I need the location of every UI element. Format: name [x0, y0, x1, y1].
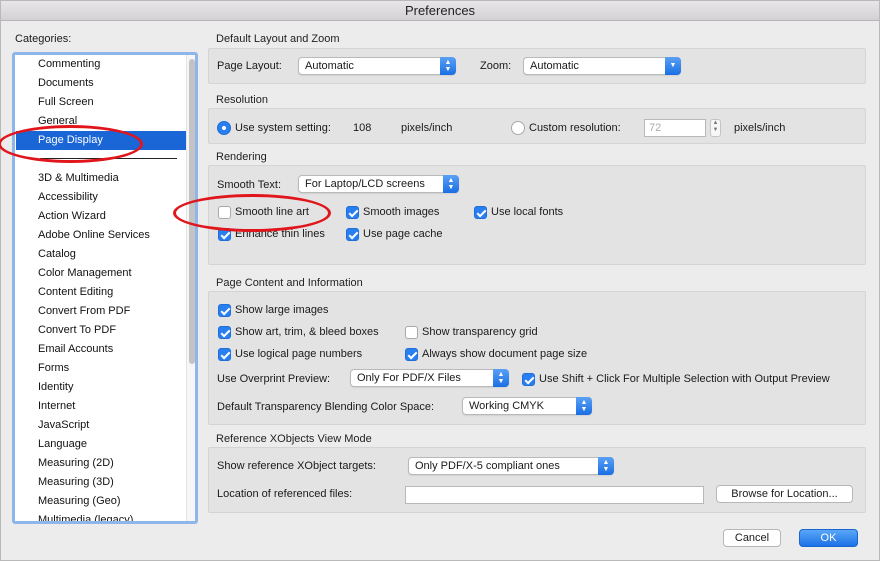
shift-click-checkbox[interactable] — [522, 373, 535, 386]
chevron-updown-icon: ▲ ▼ — [598, 457, 614, 475]
xobject-targets-select[interactable]: Only PDF/X-5 compliant ones ▲ ▼ — [408, 457, 614, 475]
show-large-images-label: Show large images — [235, 304, 329, 316]
xobject-targets-value: Only PDF/X-5 compliant ones — [415, 460, 560, 472]
category-item[interactable]: JavaScript — [16, 416, 186, 435]
zoom-value: Automatic — [530, 60, 579, 72]
category-item[interactable]: Action Wizard — [16, 207, 186, 226]
category-item[interactable]: Catalog — [16, 245, 186, 264]
categories-list[interactable]: Commenting Documents Full Screen General… — [12, 52, 198, 524]
window-title: Preferences — [1, 1, 879, 21]
cancel-button[interactable]: Cancel — [723, 529, 781, 547]
category-item[interactable]: Documents — [16, 74, 186, 93]
custom-resolution-radio[interactable] — [511, 121, 525, 135]
custom-resolution-label: Custom resolution: — [529, 122, 621, 134]
layout-zoom-title: Default Layout and Zoom — [216, 33, 340, 45]
location-input[interactable] — [405, 486, 704, 504]
chevron-updown-icon: ▲ ▼ — [440, 57, 456, 75]
logical-page-numbers-label: Use logical page numbers — [235, 348, 363, 360]
custom-resolution-input[interactable]: 72 — [644, 119, 706, 137]
blending-label: Default Transparency Blending Color Spac… — [217, 401, 435, 413]
chevron-updown-icon: ▲ ▼ — [443, 175, 459, 193]
category-item[interactable]: Forms — [16, 359, 186, 378]
show-transparency-grid-label: Show transparency grid — [422, 326, 538, 338]
chevron-updown-icon: ▲ ▼ — [576, 397, 592, 415]
show-art-trim-label: Show art, trim, & bleed boxes — [235, 326, 379, 338]
annotation-ellipse-smooth-line-art — [173, 194, 331, 232]
category-item[interactable]: Color Management — [16, 264, 186, 283]
xobjects-title: Reference XObjects View Mode — [216, 433, 372, 445]
category-item[interactable]: Measuring (3D) — [16, 473, 186, 492]
page-layout-value: Automatic — [305, 60, 354, 72]
custom-resolution-stepper[interactable]: ▲ ▼ — [710, 119, 721, 137]
annotation-ellipse-page-display — [0, 125, 143, 163]
logical-page-numbers-checkbox[interactable] — [218, 348, 231, 361]
category-item[interactable]: Content Editing — [16, 283, 186, 302]
page-layout-select[interactable]: Automatic ▲ ▼ — [298, 57, 456, 75]
overprint-label: Use Overprint Preview: — [217, 373, 331, 385]
category-item[interactable]: Email Accounts — [16, 340, 186, 359]
custom-resolution-unit: pixels/inch — [734, 122, 786, 134]
overprint-select[interactable]: Only For PDF/X Files ▲ ▼ — [350, 369, 509, 387]
preferences-window: Preferences Categories: Commenting Docum… — [0, 0, 880, 561]
category-item[interactable]: Accessibility — [16, 188, 186, 207]
category-item[interactable]: Measuring (Geo) — [16, 492, 186, 511]
categories-label: Categories: — [15, 33, 72, 45]
resolution-title: Resolution — [216, 94, 268, 106]
category-item[interactable]: Commenting — [16, 55, 186, 74]
category-item[interactable]: Language — [16, 435, 186, 454]
smooth-text-label: Smooth Text: — [217, 179, 281, 191]
shift-click-label: Use Shift + Click For Multiple Selection… — [539, 373, 830, 385]
show-transparency-grid-checkbox[interactable] — [405, 326, 418, 339]
show-large-images-checkbox[interactable] — [218, 304, 231, 317]
category-item[interactable]: Convert To PDF — [16, 321, 186, 340]
use-system-label: Use system setting: — [235, 122, 331, 134]
show-art-trim-checkbox[interactable] — [218, 326, 231, 339]
use-local-fonts-label: Use local fonts — [491, 206, 564, 218]
category-item[interactable]: 3D & Multimedia — [16, 169, 186, 188]
blending-value: Working CMYK — [469, 400, 544, 412]
blending-select[interactable]: Working CMYK ▲ ▼ — [462, 397, 592, 415]
location-label: Location of referenced files: — [217, 488, 353, 500]
use-page-cache-label: Use page cache — [363, 228, 443, 240]
category-item[interactable]: Measuring (2D) — [16, 454, 186, 473]
use-system-radio[interactable] — [217, 121, 231, 135]
smooth-images-checkbox[interactable] — [346, 206, 359, 219]
system-resolution-value: 108 — [353, 122, 372, 134]
zoom-select[interactable]: Automatic ▼ — [523, 57, 681, 75]
use-page-cache-checkbox[interactable] — [346, 228, 359, 241]
category-item[interactable]: Multimedia (legacy) — [16, 511, 186, 521]
page-layout-label: Page Layout: — [217, 60, 282, 72]
smooth-images-label: Smooth images — [363, 206, 440, 218]
ok-button[interactable]: OK — [799, 529, 858, 547]
page-content-title: Page Content and Information — [216, 277, 363, 289]
rendering-title: Rendering — [216, 151, 267, 163]
zoom-label: Zoom: — [480, 60, 512, 72]
category-item[interactable]: Convert From PDF — [16, 302, 186, 321]
use-local-fonts-checkbox[interactable] — [474, 206, 487, 219]
category-item[interactable]: Internet — [16, 397, 186, 416]
category-item[interactable]: Identity — [16, 378, 186, 397]
smooth-text-value: For Laptop/LCD screens — [305, 178, 425, 190]
always-show-size-checkbox[interactable] — [405, 348, 418, 361]
chevron-down-icon: ▼ — [665, 57, 681, 75]
category-item[interactable]: Full Screen — [16, 93, 186, 112]
overprint-value: Only For PDF/X Files — [357, 372, 461, 384]
smooth-text-select[interactable]: For Laptop/LCD screens ▲ ▼ — [298, 175, 459, 193]
system-resolution-unit: pixels/inch — [401, 122, 453, 134]
xobject-targets-label: Show reference XObject targets: — [217, 460, 376, 472]
browse-location-button[interactable]: Browse for Location... — [716, 485, 853, 503]
always-show-size-label: Always show document page size — [422, 348, 588, 360]
chevron-updown-icon: ▲ ▼ — [493, 369, 509, 387]
category-item[interactable]: Adobe Online Services — [16, 226, 186, 245]
